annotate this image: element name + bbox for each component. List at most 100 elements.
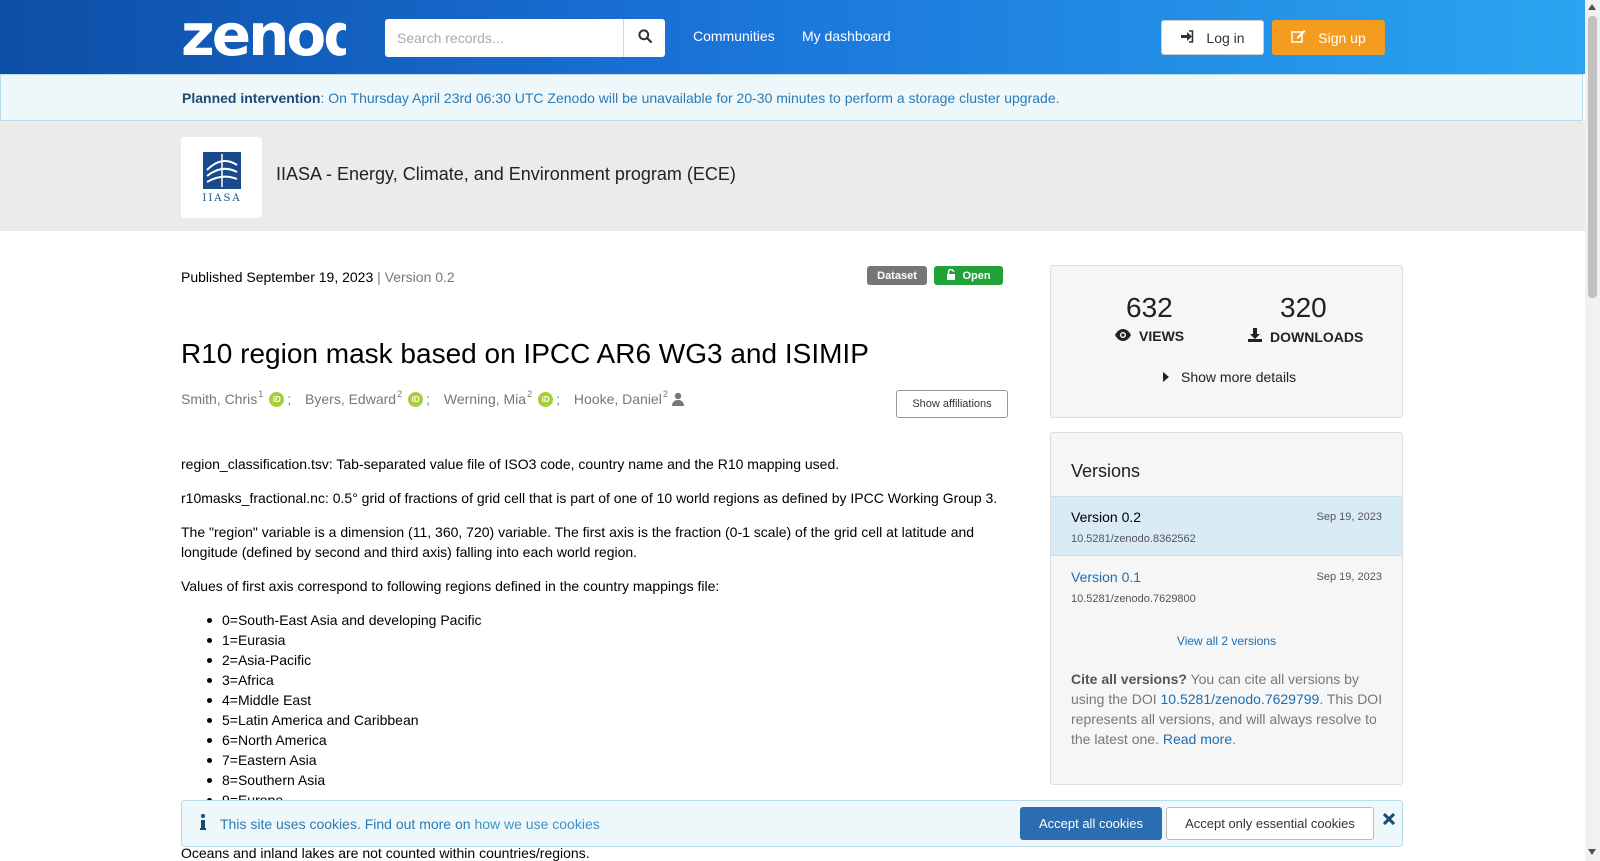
cite-strong: Cite all versions? bbox=[1071, 671, 1187, 687]
unlock-icon bbox=[946, 268, 956, 283]
author-hooke-daniel[interactable]: Hooke, Daniel 2 bbox=[573, 389, 685, 407]
description-paragraph: region_classification.tsv: Tab-separated… bbox=[181, 456, 840, 472]
description-paragraph: The "region" variable is a dimension (11… bbox=[181, 524, 975, 560]
version-name[interactable]: Version 0.1 bbox=[1071, 569, 1141, 585]
author-name: Byers, Edward bbox=[305, 391, 397, 407]
orcid-icon[interactable]: iD bbox=[408, 391, 424, 407]
versions-title: Versions bbox=[1071, 461, 1141, 481]
author-name: Hooke, Daniel bbox=[573, 391, 662, 407]
cookie-text: This site uses cookies. Find out more on bbox=[220, 816, 475, 832]
community-logo[interactable]: IIASA bbox=[181, 137, 262, 218]
community-header: IIASA IIASA - Energy, Climate, and Envir… bbox=[0, 121, 1585, 231]
version-row-0-2[interactable]: Version 0.2 Sep 19, 2023 10.5281/zenodo.… bbox=[1051, 496, 1402, 556]
version-doi: 10.5281/zenodo.8362562 bbox=[1071, 533, 1196, 545]
version-date: Sep 19, 2023 bbox=[1316, 571, 1382, 583]
author-name: Smith, Chris bbox=[181, 391, 258, 407]
author-affiliation-number: 2 bbox=[662, 389, 668, 399]
cookie-message: This site uses cookies. Find out more on… bbox=[220, 816, 600, 832]
list-item: 7=Eastern Asia bbox=[207, 750, 482, 770]
signup-button[interactable]: Sign up bbox=[1272, 20, 1385, 55]
author-name: Werning, Mia bbox=[443, 391, 527, 407]
list-item: 0=South-East Asia and developing Pacific bbox=[207, 612, 482, 628]
author-affiliation-number: 2 bbox=[397, 389, 403, 399]
concept-doi-link[interactable]: 10.5281/zenodo.7629799 bbox=[1161, 691, 1320, 707]
nav-communities[interactable]: Communities bbox=[693, 28, 775, 44]
banner-message: : On Thursday April 23rd 06:30 UTC Zenod… bbox=[320, 90, 1060, 106]
show-affiliations-button[interactable]: Show affiliations bbox=[896, 390, 1008, 418]
login-button[interactable]: Log in bbox=[1161, 20, 1264, 55]
search-input[interactable] bbox=[385, 19, 623, 57]
list-item: 3=Africa bbox=[207, 670, 482, 690]
read-more-link[interactable]: Read more bbox=[1163, 731, 1232, 747]
version-doi: 10.5281/zenodo.7629800 bbox=[1071, 593, 1196, 605]
planned-intervention-banner: Planned intervention: On Thursday April … bbox=[0, 74, 1583, 121]
scroll-down-arrow-icon[interactable] bbox=[1588, 849, 1596, 855]
downloads-count: 320 bbox=[1280, 292, 1327, 323]
list-item: 1=Eurasia bbox=[207, 630, 482, 650]
view-all-versions-link[interactable]: View all 2 versions bbox=[1051, 634, 1402, 648]
resource-type-label: Dataset bbox=[877, 269, 917, 282]
author-affiliation-number: 2 bbox=[527, 389, 533, 399]
scroll-up-arrow-icon[interactable] bbox=[1588, 4, 1596, 10]
author-smith-chris[interactable]: Smith, Chris 1 iD bbox=[181, 389, 285, 407]
versions-card: Versions Version 0.2 Sep 19, 2023 10.528… bbox=[1050, 432, 1403, 785]
downloads-label-text: DOWNLOADS bbox=[1270, 328, 1364, 345]
list-item: 2=Asia-Pacific bbox=[207, 650, 482, 670]
list-item: 4=Middle East bbox=[207, 690, 482, 710]
svg-text:zenodo: zenodo bbox=[181, 4, 346, 66]
cookie-consent-bar: This site uses cookies. Find out more on… bbox=[181, 800, 1403, 847]
eye-icon bbox=[1115, 328, 1131, 344]
views-label-text: VIEWS bbox=[1139, 328, 1185, 344]
edit-icon bbox=[1291, 29, 1306, 46]
description-paragraph: Oceans and inland lakes are not counted … bbox=[181, 845, 590, 861]
version-row-0-1[interactable]: Version 0.1 Sep 19, 2023 10.5281/zenodo.… bbox=[1051, 557, 1402, 617]
orcid-icon[interactable]: iD bbox=[269, 391, 285, 407]
page-scrollbar[interactable] bbox=[1585, 0, 1600, 861]
version-name: Version 0.2 bbox=[1071, 509, 1142, 525]
list-item: 5=Latin America and Caribbean bbox=[207, 710, 482, 730]
views-label: VIEWS bbox=[1115, 328, 1184, 344]
description-paragraph: Values of first axis correspond to follo… bbox=[181, 578, 720, 594]
nav-my-dashboard[interactable]: My dashboard bbox=[802, 28, 891, 44]
search-icon bbox=[638, 28, 653, 48]
zenodo-logo[interactable]: zenodo bbox=[181, 1, 403, 69]
show-more-details-label: Show more details bbox=[1181, 369, 1297, 385]
community-title[interactable]: IIASA - Energy, Climate, and Environment… bbox=[276, 164, 736, 185]
authors-list: Smith, Chris 1 iD; Byers, Edward 2 iD; Werni… bbox=[181, 389, 685, 407]
record-title: R10 region mask based on IPCC AR6 WG3 an… bbox=[181, 338, 869, 369]
accept-essential-cookies-button[interactable]: Accept only essential cookies bbox=[1166, 807, 1374, 840]
search-button[interactable] bbox=[623, 19, 666, 57]
download-icon bbox=[1248, 328, 1262, 345]
author-separator: ; bbox=[287, 391, 292, 407]
author-werning-mia[interactable]: Werning, Mia 2 iD bbox=[443, 389, 554, 407]
views-count: 632 bbox=[1126, 292, 1173, 323]
version-date: Sep 19, 2023 bbox=[1316, 511, 1382, 523]
user-icon bbox=[671, 392, 685, 406]
search-bar bbox=[385, 19, 665, 57]
show-more-details-toggle[interactable]: Show more details bbox=[1163, 369, 1296, 385]
banner-text: Planned intervention: On Thursday April … bbox=[182, 90, 1060, 106]
description-paragraph: r10masks_fractional.nc: 0.5° grid of fra… bbox=[181, 490, 998, 506]
resource-type-badge: Dataset bbox=[867, 266, 927, 285]
caret-right-icon bbox=[1163, 369, 1169, 385]
downloads-label: DOWNLOADS bbox=[1248, 328, 1363, 345]
stats-card: 632 VIEWS 320 DOWNLOADS Show more detail… bbox=[1050, 265, 1403, 418]
published-date: Published September 19, 2023 | Version 0… bbox=[181, 269, 455, 285]
info-icon bbox=[200, 814, 206, 835]
list-item: 8=Southern Asia bbox=[207, 770, 482, 790]
scrollbar-thumb[interactable] bbox=[1588, 16, 1597, 298]
top-header: zenodo Communities My dashboard Log in S… bbox=[0, 0, 1585, 74]
version-label: | Version 0.2 bbox=[377, 269, 455, 285]
author-byers-edward[interactable]: Byers, Edward 2 iD bbox=[305, 389, 424, 407]
orcid-icon[interactable]: iD bbox=[538, 391, 554, 407]
close-icon[interactable] bbox=[1382, 812, 1396, 830]
sign-in-icon bbox=[1180, 29, 1194, 46]
author-separator: ; bbox=[556, 391, 560, 407]
accept-all-cookies-button[interactable]: Accept all cookies bbox=[1020, 807, 1162, 840]
cite-end: . bbox=[1232, 731, 1236, 747]
author-separator: ; bbox=[426, 391, 430, 407]
svg-text:IIASA: IIASA bbox=[202, 193, 241, 204]
signup-label: Sign up bbox=[1318, 29, 1366, 46]
login-label: Log in bbox=[1206, 29, 1245, 46]
cookie-policy-link[interactable]: how we use cookies bbox=[474, 816, 599, 832]
